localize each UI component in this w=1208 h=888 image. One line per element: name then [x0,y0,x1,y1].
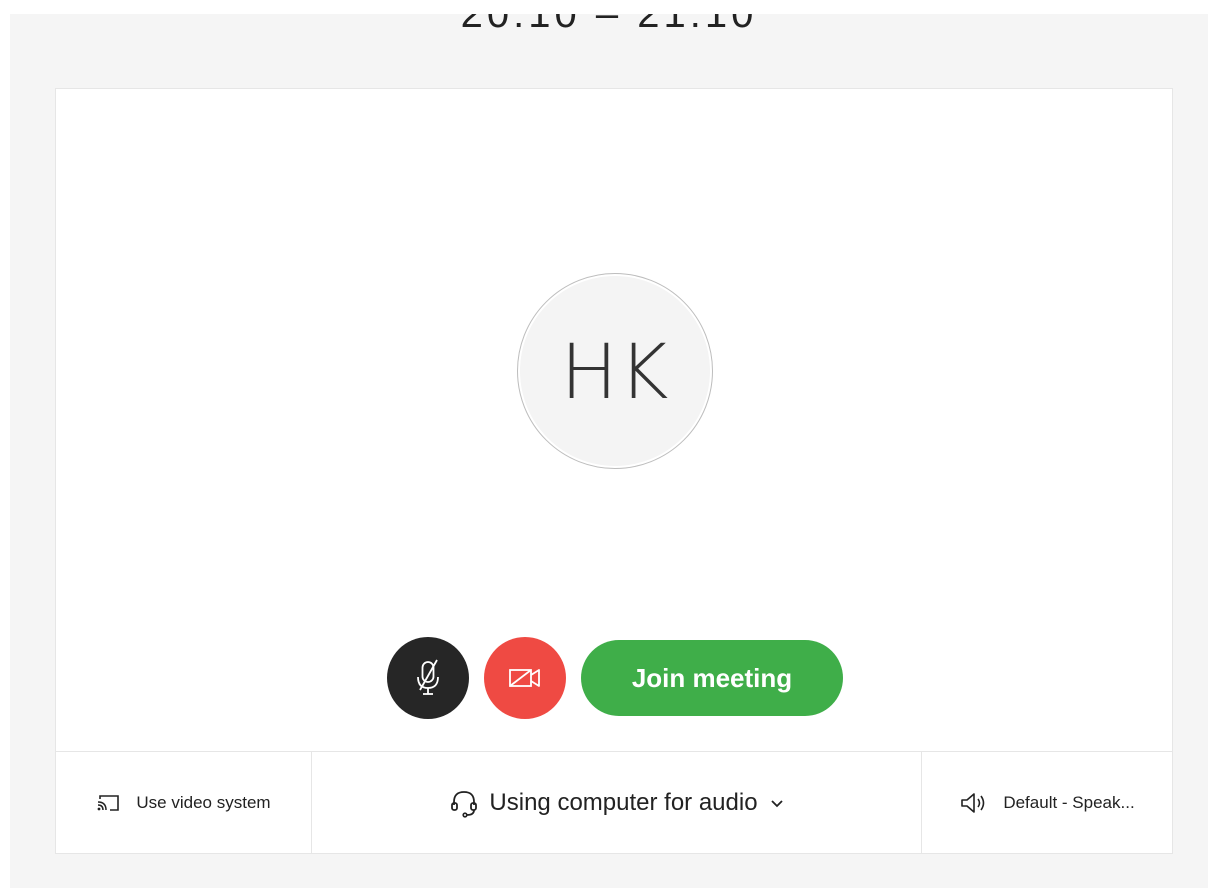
video-off-icon [509,669,540,687]
pre-join-screen: 20:10 – 21:10 HK Join meeting Use video … [10,14,1208,888]
speaker-label: Default - Speak... [1003,793,1135,812]
mic-muted-icon [417,659,439,695]
avatar: HK [517,273,713,469]
avatar-initials: HK [560,326,670,416]
audio-connection-label: Using computer for audio [489,789,758,816]
meeting-time-range: 20:10 – 21:10 [460,14,758,36]
speaker-icon [959,791,989,815]
join-controls: Join meeting [56,637,1174,719]
video-preview-card: HK Join meeting Use video system Using c… [55,88,1173,854]
join-meeting-button[interactable]: Join meeting [581,640,843,716]
headset-icon [449,788,479,818]
speaker-selector[interactable]: Default - Speak... [922,752,1172,854]
mute-button[interactable] [387,637,469,719]
chevron-down-icon [770,798,784,808]
stop-video-button[interactable] [484,637,566,719]
use-video-system-button[interactable]: Use video system [56,752,312,854]
use-video-system-label: Use video system [136,793,271,812]
audio-connection-dropdown[interactable]: Using computer for audio [312,752,922,854]
device-footer: Use video system Using computer for audi… [56,751,1172,854]
cast-icon [96,793,122,813]
